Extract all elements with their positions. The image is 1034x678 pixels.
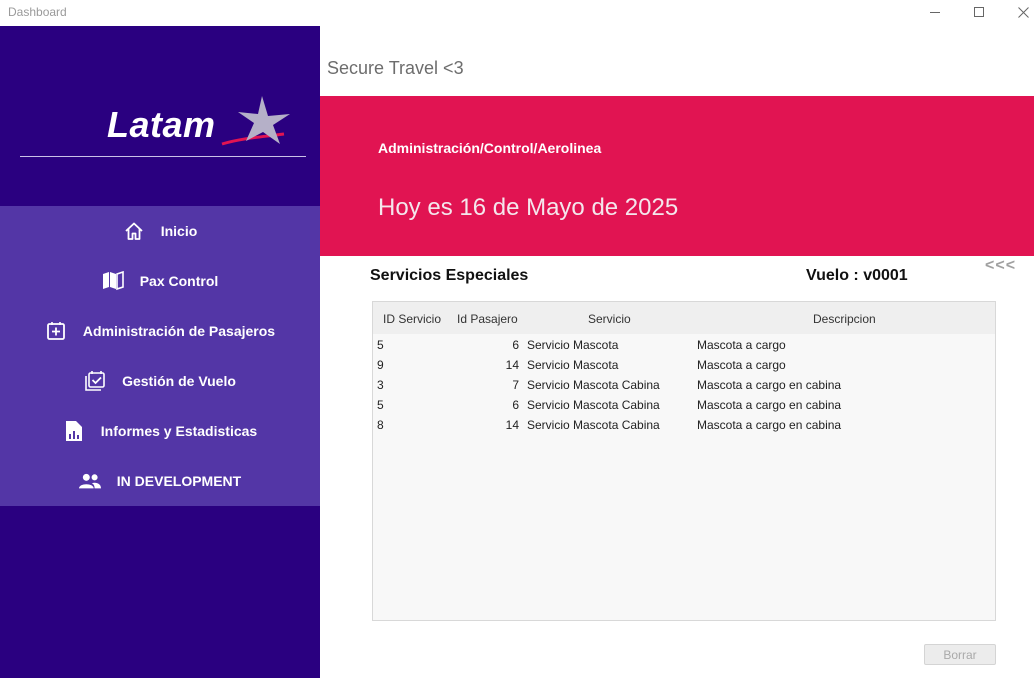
cell-id-pasajero: 14	[505, 358, 519, 372]
sidebar-item-label: Administración de Pasajeros	[82, 323, 276, 339]
home-icon	[123, 220, 145, 242]
delete-button[interactable]: Borrar	[924, 644, 996, 665]
sidebar: Latam Inicio Pax Control Administración …	[0, 26, 320, 678]
app-title: Secure Travel <3	[327, 58, 464, 78]
flight-label: Vuelo : v0001	[806, 267, 908, 284]
sidebar-item-label: Gestión de Vuelo	[122, 373, 236, 389]
cell-descripcion: Mascota a cargo	[697, 358, 786, 372]
sidebar-item-in-development[interactable]: IN DEVELOPMENT	[0, 456, 320, 506]
cell-servicio: Servicio Mascota Cabina	[527, 378, 660, 392]
sidebar-item-pax-control[interactable]: Pax Control	[0, 256, 320, 306]
sidebar-item-informes[interactable]: Informes y Estadisticas	[0, 406, 320, 456]
sidebar-item-label: Inicio	[160, 223, 198, 239]
minimize-icon	[930, 11, 940, 13]
table-header: ID Servicio Id Pasajero Servicio Descrip…	[373, 302, 995, 334]
cell-servicio: Servicio Mascota	[527, 358, 619, 372]
table-row[interactable]: 5 6 Servicio Mascota Cabina Mascota a ca…	[373, 395, 995, 415]
table-row[interactable]: 5 6 Servicio Mascota Mascota a cargo	[373, 335, 995, 355]
cell-descripcion: Mascota a cargo en cabina	[697, 398, 842, 412]
cell-id-pasajero: 7	[512, 378, 519, 392]
close-icon	[1017, 6, 1029, 18]
table-row[interactable]: 3 7 Servicio Mascota Cabina Mascota a ca…	[373, 375, 995, 395]
cell-id-servicio: 5	[377, 398, 384, 412]
star-logo-icon	[221, 96, 290, 146]
column-header[interactable]: ID Servicio	[383, 312, 441, 326]
cell-servicio: Servicio Mascota Cabina	[527, 398, 660, 412]
cell-servicio: Servicio Mascota	[527, 338, 619, 352]
cell-id-pasajero: 6	[512, 338, 519, 352]
calendar-check-icon	[84, 370, 106, 392]
cell-id-servicio: 8	[377, 418, 384, 432]
section-title: Servicios Especiales	[370, 267, 529, 284]
sidebar-item-gestion-vuelo[interactable]: Gestión de Vuelo	[0, 356, 320, 406]
sidebar-item-inicio[interactable]: Inicio	[0, 206, 320, 256]
window-titlebar: Dashboard	[0, 0, 1034, 26]
add-box-icon	[45, 320, 67, 342]
column-header[interactable]: Id Pasajero	[457, 312, 518, 326]
logo-divider	[20, 156, 306, 157]
cell-descripcion: Mascota a cargo en cabina	[697, 378, 842, 392]
sidebar-item-label: IN DEVELOPMENT	[116, 473, 242, 489]
cell-id-pasajero: 14	[505, 418, 519, 432]
cell-id-pasajero: 6	[512, 398, 519, 412]
table-body: 5 6 Servicio Mascota Mascota a cargo 9 1…	[373, 334, 995, 620]
back-button[interactable]: <<<	[985, 257, 1016, 275]
maximize-button[interactable]	[956, 0, 1002, 24]
close-button[interactable]	[1000, 0, 1034, 24]
minimize-button[interactable]	[912, 0, 958, 24]
cell-descripcion: Mascota a cargo	[697, 338, 786, 352]
services-table[interactable]: ID Servicio Id Pasajero Servicio Descrip…	[372, 301, 996, 621]
cell-descripcion: Mascota a cargo en cabina	[697, 418, 842, 432]
cell-id-servicio: 3	[377, 378, 384, 392]
current-date: Hoy es 16 de Mayo de 2025	[378, 194, 679, 221]
column-header[interactable]: Servicio	[588, 312, 631, 326]
table-row[interactable]: 9 14 Servicio Mascota Mascota a cargo	[373, 355, 995, 375]
brand-logo-text: Latam	[107, 104, 216, 145]
cell-servicio: Servicio Mascota Cabina	[527, 418, 660, 432]
report-chart-icon	[63, 420, 85, 442]
breadcrumb: Administración/Control/Aerolinea	[378, 140, 602, 156]
brand-logo: Latam	[0, 26, 320, 206]
cell-id-servicio: 5	[377, 338, 384, 352]
maximize-icon	[974, 7, 984, 17]
cell-id-servicio: 9	[377, 358, 384, 372]
header-banner: Administración/Control/Aerolinea Hoy es …	[320, 96, 1034, 256]
sidebar-menu: Inicio Pax Control Administración de Pas…	[0, 206, 320, 506]
people-icon	[78, 470, 101, 492]
window-title: Dashboard	[8, 5, 67, 19]
sidebar-item-administracion-pasajeros[interactable]: Administración de Pasajeros	[0, 306, 320, 356]
book-map-icon	[102, 270, 124, 292]
column-header[interactable]: Descripcion	[813, 312, 876, 326]
sidebar-item-label: Informes y Estadisticas	[100, 423, 258, 439]
table-row[interactable]: 8 14 Servicio Mascota Cabina Mascota a c…	[373, 415, 995, 435]
sidebar-item-label: Pax Control	[139, 273, 219, 289]
